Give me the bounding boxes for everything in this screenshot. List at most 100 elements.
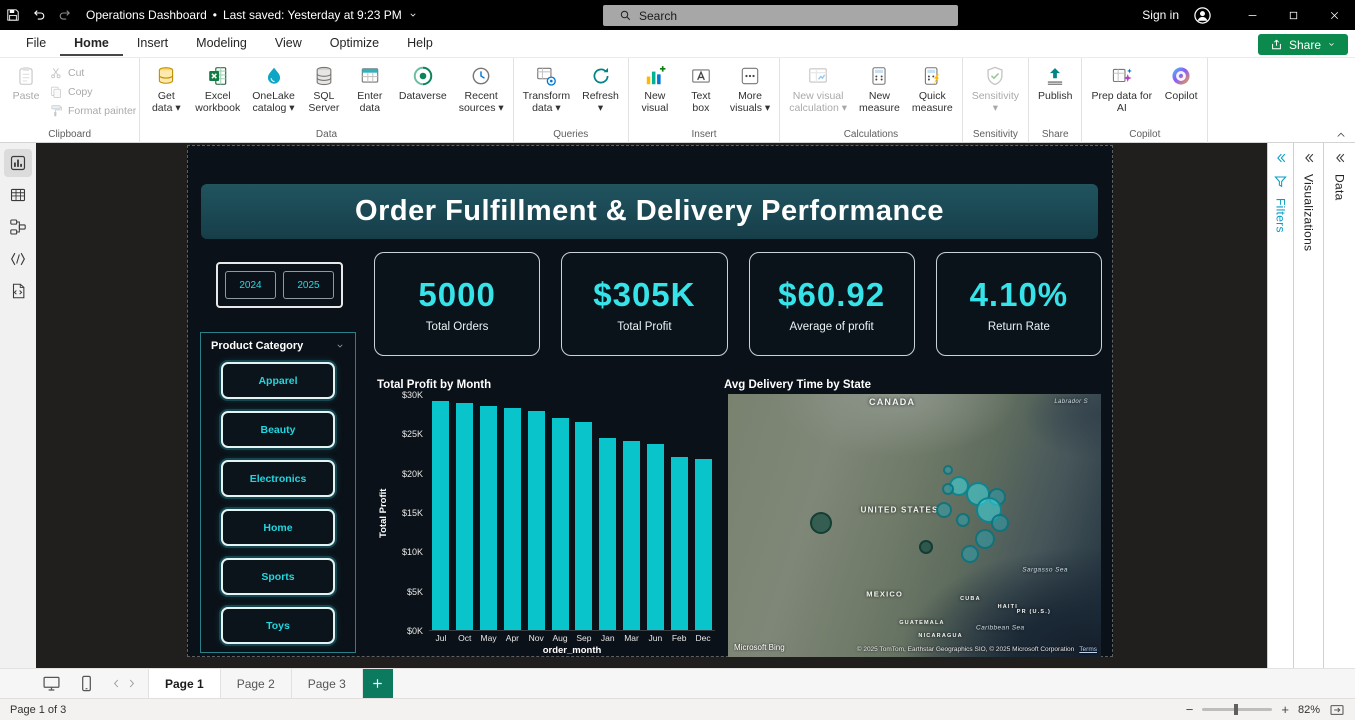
ribbon-button-text-box[interactable]: Text box — [678, 61, 724, 115]
save-button[interactable] — [0, 3, 26, 27]
category-button-apparel[interactable]: Apparel — [221, 362, 335, 399]
undo-button[interactable] — [26, 3, 52, 27]
map-bubble[interactable] — [936, 501, 953, 518]
ribbon-button-excel-workbook[interactable]: Excel workbook — [189, 61, 246, 115]
ribbon-button-prep-data-for-ai[interactable]: Prep data for AI — [1085, 61, 1158, 115]
category-button-home[interactable]: Home — [221, 509, 335, 546]
visualizations-pane[interactable]: Visualizations — [1293, 143, 1323, 668]
zoom-in-button[interactable]: + — [1281, 702, 1289, 717]
filters-pane[interactable]: Filters — [1267, 143, 1293, 668]
tmdl-view-button[interactable] — [4, 277, 32, 305]
menu-tab-file[interactable]: File — [12, 32, 60, 56]
fit-to-page-button[interactable] — [1329, 702, 1345, 718]
report-title-banner[interactable]: Order Fulfillment & Delivery Performance — [201, 184, 1098, 239]
page-tab-page-3[interactable]: Page 3 — [292, 669, 363, 698]
search-box[interactable]: Search — [603, 5, 958, 26]
ribbon-button-recent-sources[interactable]: Recent sources ▾ — [453, 61, 510, 115]
bar-jun[interactable] — [646, 443, 664, 630]
dax-query-view-button[interactable] — [4, 245, 32, 273]
map-surface[interactable]: Microsoft Bing © 2025 TomTom, Earthstar … — [728, 394, 1101, 657]
map-bubble[interactable] — [942, 482, 955, 495]
close-button[interactable] — [1314, 0, 1355, 30]
map-bubble[interactable] — [955, 513, 970, 528]
bar-chart-visual[interactable]: Total Profit by Month Total Profit $30K $… — [377, 379, 718, 657]
ribbon-button-transform-data[interactable]: Transform data ▾ — [517, 61, 576, 115]
kpi-card-average-of-profit[interactable]: $60.92 Average of profit — [748, 252, 915, 356]
menu-tab-view[interactable]: View — [261, 32, 316, 56]
category-button-toys[interactable]: Toys — [221, 607, 335, 644]
bar-mar[interactable] — [623, 441, 641, 630]
zoom-slider[interactable] — [1202, 704, 1273, 715]
share-button[interactable]: Share — [1257, 34, 1348, 55]
zoom-slider-thumb[interactable] — [1233, 704, 1238, 715]
kpi-card-return-rate[interactable]: 4.10% Return Rate — [935, 252, 1102, 356]
document-title-area[interactable]: Operations Dashboard • Last saved: Yeste… — [86, 8, 418, 22]
table-view-button[interactable] — [4, 181, 32, 209]
menu-tab-optimize[interactable]: Optimize — [316, 32, 393, 56]
map-visual[interactable]: Avg Delivery Time by State Microsoft Bin… — [724, 379, 1101, 657]
menu-tab-modeling[interactable]: Modeling — [182, 32, 261, 56]
map-bubble[interactable] — [918, 539, 933, 554]
zoom-out-button[interactable]: − — [1186, 702, 1194, 717]
ribbon-button-publish[interactable]: Publish — [1032, 61, 1078, 102]
menu-tab-home[interactable]: Home — [60, 32, 123, 56]
previous-page-arrow[interactable] — [110, 677, 123, 690]
map-bubble[interactable] — [991, 513, 1010, 532]
kpi-card-total-profit[interactable]: $305K Total Profit — [561, 252, 728, 356]
expand-pane-icon[interactable] — [1302, 151, 1316, 165]
report-page[interactable]: Order Fulfillment & Delivery Performance… — [187, 145, 1113, 657]
ribbon-button-sensitivity[interactable]: Sensitivity ▾ — [966, 61, 1025, 115]
category-button-sports[interactable]: Sports — [221, 558, 335, 595]
ribbon-button-sql-server[interactable]: SQL Server — [301, 61, 347, 115]
ribbon-button-get-data[interactable]: Get data ▾ — [143, 61, 189, 115]
ribbon-button-new-visual[interactable]: New visual — [632, 61, 678, 115]
ribbon-button-format-painter[interactable]: Format painter — [49, 104, 136, 118]
ribbon-button-copy[interactable]: Copy — [49, 85, 136, 99]
ribbon-button-new-visual-calculation[interactable]: New visual calculation ▾ — [783, 61, 853, 115]
maximize-button[interactable] — [1273, 0, 1314, 30]
minimize-button[interactable] — [1232, 0, 1273, 30]
year-option-2024[interactable]: 2024 — [225, 271, 276, 299]
category-slicer-header[interactable]: Product Category — [211, 340, 345, 352]
kpi-card-total-orders[interactable]: 5000 Total Orders — [374, 252, 541, 356]
next-page-arrow[interactable] — [125, 677, 138, 690]
bar-jul[interactable] — [432, 401, 450, 630]
terms-link[interactable]: Terms — [1079, 646, 1097, 653]
ribbon-button-paste[interactable]: Paste — [3, 61, 49, 102]
map-bubble[interactable] — [975, 528, 996, 549]
bar-dec[interactable] — [694, 459, 712, 630]
map-bubble[interactable] — [943, 465, 954, 476]
bar-feb[interactable] — [670, 456, 688, 630]
category-button-beauty[interactable]: Beauty — [221, 411, 335, 448]
menu-tab-insert[interactable]: Insert — [123, 32, 182, 56]
model-view-button[interactable] — [4, 213, 32, 241]
year-option-2025[interactable]: 2025 — [283, 271, 334, 299]
page-tab-page-1[interactable]: Page 1 — [148, 669, 221, 698]
ribbon-button-quick-measure[interactable]: Quick measure — [906, 61, 959, 115]
bar-aug[interactable] — [551, 417, 569, 630]
ribbon-button-enter-data[interactable]: Enter data — [347, 61, 393, 115]
account-avatar[interactable] — [1193, 6, 1212, 25]
ribbon-button-cut[interactable]: Cut — [49, 66, 136, 80]
ribbon-button-onelake-catalog[interactable]: OneLake catalog ▾ — [246, 61, 301, 115]
ribbon-button-more-visuals[interactable]: More visuals ▾ — [724, 61, 776, 115]
data-pane[interactable]: Data — [1323, 143, 1355, 668]
add-page-button[interactable] — [362, 669, 393, 698]
bar-jan[interactable] — [599, 438, 617, 630]
ribbon-button-copilot[interactable]: Copilot — [1158, 61, 1204, 102]
report-view-button[interactable] — [4, 149, 32, 177]
bar-sep[interactable] — [575, 422, 593, 630]
map-bubble[interactable] — [810, 511, 833, 534]
map-bubble[interactable] — [961, 545, 980, 564]
ribbon-button-dataverse[interactable]: Dataverse — [393, 61, 453, 102]
menu-tab-help[interactable]: Help — [393, 32, 447, 56]
sign-in-link[interactable]: Sign in — [1142, 8, 1179, 22]
ribbon-button-refresh[interactable]: Refresh ▾ — [576, 61, 625, 115]
mobile-layout-icon[interactable] — [77, 674, 96, 693]
ribbon-button-new-measure[interactable]: New measure — [853, 61, 906, 115]
desktop-layout-icon[interactable] — [42, 674, 61, 693]
expand-pane-icon[interactable] — [1274, 151, 1288, 165]
redo-button[interactable] — [52, 3, 78, 27]
collapse-ribbon-button[interactable] — [1333, 129, 1349, 141]
bar-nov[interactable] — [527, 410, 545, 630]
